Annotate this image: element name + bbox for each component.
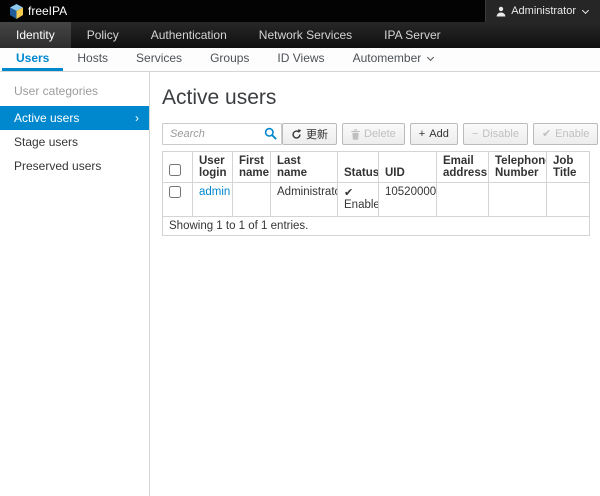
search-icon[interactable]	[264, 127, 277, 140]
primary-nav: Identity Policy Authentication Network S…	[0, 22, 600, 48]
brand-label: freeIPA	[28, 4, 67, 18]
chevron-down-icon	[582, 6, 589, 13]
col-telephone-number: Telephone Number	[489, 152, 547, 183]
table-header-row: User login First name Last name Status U…	[163, 152, 590, 183]
sidebar-item-stage-users[interactable]: Stage users	[0, 130, 149, 154]
minus-icon: −	[472, 129, 478, 140]
nav-item-policy[interactable]: Policy	[71, 22, 135, 48]
row-select-cell	[163, 183, 193, 217]
secondary-tabs: Users Hosts Services Groups ID Views Aut…	[0, 48, 600, 72]
trash-icon	[351, 129, 360, 140]
user-menu-button[interactable]: Administrator	[485, 0, 600, 22]
user-icon	[496, 6, 506, 17]
user-login-cell: admin	[193, 183, 233, 217]
delete-button[interactable]: Delete	[342, 123, 405, 145]
sidebar-heading: User categories	[0, 80, 149, 106]
page-title: Active users	[162, 86, 600, 110]
disable-button-label: Disable	[482, 128, 519, 140]
main-content: Active users	[150, 72, 600, 496]
check-icon: ✔	[542, 129, 551, 140]
tab-automember-label: Automember	[353, 51, 422, 65]
sidebar-item-preserved-users[interactable]: Preserved users	[0, 154, 149, 178]
col-first-name: First name	[233, 152, 271, 183]
tab-services-label: Services	[136, 51, 182, 65]
search-box	[162, 123, 282, 145]
enable-button[interactable]: ✔ Enable	[533, 123, 598, 145]
col-user-login: User login	[193, 152, 233, 183]
toolbar: 更新 Delete + Add	[162, 123, 600, 145]
add-button-label: Add	[429, 128, 449, 140]
row-checkbox[interactable]	[169, 186, 181, 198]
job-title-cell	[547, 183, 590, 217]
delete-button-label: Delete	[364, 128, 396, 140]
check-icon: ✔	[344, 186, 372, 199]
nav-item-authentication[interactable]: Authentication	[135, 22, 243, 48]
uid-cell: 105200000	[379, 183, 437, 217]
col-email-address: Email address	[437, 152, 489, 183]
nav-item-ipa-server[interactable]: IPA Server	[368, 22, 456, 48]
col-job-title: Job Title	[547, 152, 590, 183]
topbar: freeIPA Administrator	[0, 0, 600, 22]
nav-item-network-services[interactable]: Network Services	[243, 22, 368, 48]
table-summary-row: Showing 1 to 1 of 1 entries.	[163, 217, 590, 236]
table-row: admin Administrator ✔ Enabled 105200000	[163, 183, 590, 217]
sidebar-item-label: Active users	[14, 111, 79, 125]
sidebar: User categories Active users › Stage use…	[0, 72, 150, 496]
action-buttons: 更新 Delete + Add	[282, 123, 600, 145]
col-status: Status	[338, 152, 379, 183]
user-label: Administrator	[511, 5, 576, 17]
table-summary: Showing 1 to 1 of 1 entries.	[163, 217, 590, 236]
chevron-right-icon: ›	[135, 112, 139, 124]
refresh-button[interactable]: 更新	[282, 123, 337, 145]
disable-button[interactable]: − Disable	[463, 123, 528, 145]
tab-groups[interactable]: Groups	[196, 48, 263, 71]
tab-hosts[interactable]: Hosts	[63, 48, 122, 71]
telephone-number-cell	[489, 183, 547, 217]
enable-button-label: Enable	[555, 128, 589, 140]
tab-users[interactable]: Users	[2, 48, 63, 71]
tab-automember[interactable]: Automember	[339, 48, 448, 71]
select-all-header	[163, 152, 193, 183]
tab-hosts-label: Hosts	[77, 51, 108, 65]
plus-icon: +	[419, 129, 425, 140]
sidebar-item-active-users[interactable]: Active users ›	[0, 106, 149, 130]
status-label: Enabled	[344, 199, 379, 211]
tab-id-views[interactable]: ID Views	[263, 48, 338, 71]
sidebar-item-label: Preserved users	[14, 159, 101, 173]
col-last-name: Last name	[271, 152, 338, 183]
email-address-cell	[437, 183, 489, 217]
tab-id-views-label: ID Views	[277, 51, 324, 65]
status-cell: ✔ Enabled	[338, 183, 379, 217]
last-name-cell: Administrator	[271, 183, 338, 217]
freeipa-logo-icon	[10, 4, 23, 19]
users-table: User login First name Last name Status U…	[162, 151, 590, 236]
brand: freeIPA	[0, 4, 67, 19]
tab-groups-label: Groups	[210, 51, 249, 65]
refresh-icon	[291, 129, 302, 140]
tab-users-label: Users	[16, 51, 49, 65]
chevron-down-icon	[427, 53, 434, 60]
select-all-checkbox[interactable]	[169, 164, 181, 176]
first-name-cell	[233, 183, 271, 217]
col-uid: UID	[379, 152, 437, 183]
sidebar-item-label: Stage users	[14, 135, 78, 149]
nav-item-identity[interactable]: Identity	[0, 22, 71, 48]
user-login-link[interactable]: admin	[199, 186, 230, 198]
add-button[interactable]: + Add	[410, 123, 458, 145]
refresh-button-label: 更新	[306, 126, 328, 142]
tab-services[interactable]: Services	[122, 48, 196, 71]
page-body: User categories Active users › Stage use…	[0, 72, 600, 496]
